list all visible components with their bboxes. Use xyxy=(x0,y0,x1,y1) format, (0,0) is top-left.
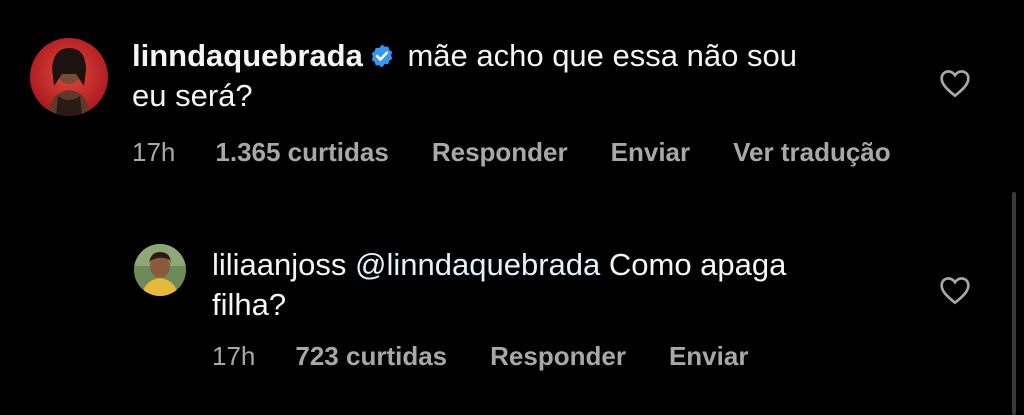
comment-body-continued: eu será? xyxy=(132,78,253,113)
reply-text-block: liliaanjoss @linndaquebrada Como apaga f… xyxy=(212,245,912,325)
send-button[interactable]: Enviar xyxy=(669,341,749,372)
reply-button[interactable]: Responder xyxy=(490,341,626,372)
likes-count[interactable]: 723 curtidas xyxy=(295,341,447,372)
comment-liliaanjoss: liliaanjoss @linndaquebrada Como apaga f… xyxy=(0,190,1024,415)
reply-button[interactable]: Responder xyxy=(432,137,568,168)
send-button[interactable]: Enviar xyxy=(611,137,691,168)
comment-body: mãe acho que essa não sou xyxy=(407,38,797,73)
username[interactable]: liliaanjoss xyxy=(212,247,346,282)
verified-badge-icon xyxy=(371,44,392,68)
reply-first-line: liliaanjoss @linndaquebrada Como apaga xyxy=(212,245,912,285)
comment-time: 17h xyxy=(132,137,176,167)
comment-linndaquebrada: linndaquebrada mãe acho que essa não sou… xyxy=(0,0,1024,190)
translate-button[interactable]: Ver tradução xyxy=(733,137,891,168)
avatar-liliaanjoss[interactable] xyxy=(134,244,186,296)
reply-body: Como apaga xyxy=(608,247,787,282)
comment-meta-row: 17h 1.365 curtidas Responder Enviar Ver … xyxy=(132,137,891,168)
comment-text-block: linndaquebrada mãe acho que essa não sou… xyxy=(132,36,912,116)
reply-meta-row: 17h 723 curtidas Responder Enviar xyxy=(212,341,748,372)
reply-body-continued: filha? xyxy=(212,287,287,322)
comment-first-line: linndaquebrada mãe acho que essa não sou xyxy=(132,36,912,76)
likes-count[interactable]: 1.365 curtidas xyxy=(215,137,388,168)
username[interactable]: linndaquebrada xyxy=(132,38,363,73)
mention-link[interactable]: @linndaquebrada xyxy=(355,247,600,282)
reply-time: 17h xyxy=(212,341,256,371)
heart-outline-icon[interactable] xyxy=(939,275,971,305)
scrollbar[interactable] xyxy=(1012,192,1016,415)
avatar-linndaquebrada[interactable] xyxy=(30,38,108,116)
heart-outline-icon[interactable] xyxy=(939,68,971,98)
